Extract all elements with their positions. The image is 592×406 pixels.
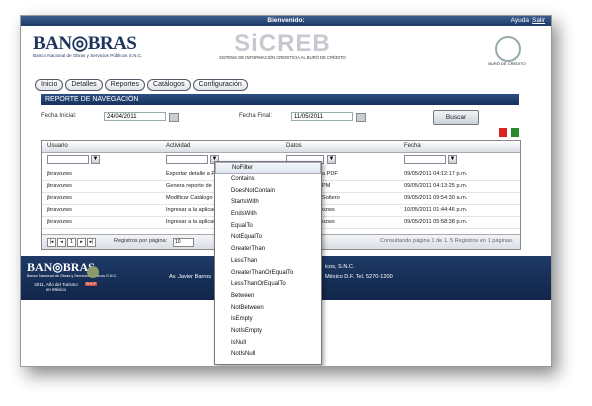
cell-actividad: Genera reporte de xyxy=(166,183,212,189)
excel-export-icon[interactable] xyxy=(511,128,519,137)
filter-dropdown-menu: NoFilter Contains DoesNotContain StartsW… xyxy=(214,161,322,365)
start-date-input[interactable]: 24/04/2011 xyxy=(104,112,166,121)
filter-option-isempty[interactable]: IsEmpty xyxy=(215,314,321,326)
column-header-actividad[interactable]: Actividad xyxy=(166,143,190,149)
cell-datos: PM xyxy=(322,183,331,189)
filter-funnel-icon[interactable]: ▼ xyxy=(448,155,457,164)
page-size-label: Registros por página: xyxy=(114,238,168,244)
filter-option-startswith[interactable]: StartsWith xyxy=(215,197,321,209)
cell-fecha: 09/05/2011 04:13:25 p.m. xyxy=(404,183,468,189)
footer-year-text: 2011, Año del Turismo en México xyxy=(34,282,78,292)
tab-configuracion[interactable]: Configuración xyxy=(192,79,248,91)
current-page-button[interactable]: 1 xyxy=(67,238,76,247)
filter-option-equalto[interactable]: EqualTo xyxy=(215,221,321,233)
calendar-icon[interactable] xyxy=(356,113,366,122)
filter-option-isnull[interactable]: IsNull xyxy=(215,338,321,350)
filter-input-usuario[interactable] xyxy=(47,155,89,164)
cell-fecha: 09/05/2011 04:12:17 p.m. xyxy=(404,171,468,177)
shcp-logo: SHCP xyxy=(85,282,97,286)
cell-fecha: 10/05/2011 01:44:46 p.m. xyxy=(404,207,468,213)
footer-brand-subtitle: Banco Nacional de Obras y Servicios Públ… xyxy=(27,274,118,278)
buro-label: BURÓ DE CRÉDITO xyxy=(488,61,526,66)
filter-option-notisnull[interactable]: NotIsNull xyxy=(215,349,321,361)
cell-datos: ozws xyxy=(322,207,335,213)
page-title: REPORTE DE NAVEGACIÓN xyxy=(41,94,519,105)
column-header-usuario[interactable]: Usuario xyxy=(47,143,68,149)
next-page-icon[interactable]: ▸ xyxy=(77,238,86,247)
end-date-label: Fecha Final: xyxy=(239,113,273,119)
buro-circle-icon xyxy=(495,36,521,62)
buro-logo: BURÓ DE CRÉDITO xyxy=(487,34,526,68)
filter-option-greaterthan[interactable]: GreaterThan xyxy=(215,244,321,256)
cell-usuario: jbravozws xyxy=(47,219,72,225)
cell-actividad: Exportar detalle a P xyxy=(166,171,216,177)
cell-datos: ozws xyxy=(322,219,335,225)
cell-actividad: Ingresar a la aplicac xyxy=(166,207,217,213)
filter-option-nofilter[interactable]: NoFilter xyxy=(215,162,321,174)
end-date-input[interactable]: 11/05/2011 xyxy=(291,112,353,121)
grid-header: Usuario Actividad Datos Fecha xyxy=(42,141,520,153)
app-logo: SiCREB SISTEMA DE INFORMACIÓN CREDITICIA… xyxy=(219,30,346,60)
search-button[interactable]: Buscar xyxy=(433,110,479,125)
first-page-icon[interactable]: |◂ xyxy=(47,238,56,247)
browser-screenshot: Bienvenido: Ayuda Salir BAN◎BRAS Banco N… xyxy=(20,15,552,367)
page-size-select[interactable]: 10 xyxy=(173,238,194,247)
filter-option-endswith[interactable]: EndsWith xyxy=(215,209,321,221)
tab-inicio[interactable]: Inicio xyxy=(35,79,64,91)
tab-catalogos[interactable]: Catálogos xyxy=(147,79,191,91)
filter-option-greaterthanorequalto[interactable]: GreaterThanOrEqualTo xyxy=(215,268,321,280)
cell-usuario: jbravozws xyxy=(47,195,72,201)
filter-input-fecha[interactable] xyxy=(404,155,446,164)
filter-funnel-icon[interactable]: ▼ xyxy=(327,155,336,164)
filter-option-contains[interactable]: Contains xyxy=(215,174,321,186)
filter-option-notisempty[interactable]: NotIsEmpty xyxy=(215,326,321,338)
app-name: SiCREB xyxy=(234,30,331,57)
brand-name: BAN◎BRAS xyxy=(33,33,137,54)
footer-company: icos, S.N.C. xyxy=(325,264,355,270)
footer-address: Av. Javier Barros xyxy=(169,274,212,280)
filter-option-between[interactable]: Between xyxy=(215,291,321,303)
welcome-text: Bienvenido: xyxy=(267,17,305,24)
app-subtitle: SISTEMA DE INFORMACIÓN CREDITICIA AL BUR… xyxy=(219,55,346,60)
cell-fecha: 09/05/2011 09:54:30 a.m. xyxy=(404,195,468,201)
mexico-seal-icon xyxy=(87,266,99,278)
filter-option-lessthan[interactable]: LessThan xyxy=(215,256,321,268)
filter-option-notbetween[interactable]: NotBetween xyxy=(215,303,321,315)
help-link[interactable]: Ayuda xyxy=(511,17,529,24)
filter-option-doesnotcontain[interactable]: DoesNotContain xyxy=(215,186,321,198)
column-header-fecha[interactable]: Fecha xyxy=(404,143,421,149)
filter-option-notequalto[interactable]: NotEqualTo xyxy=(215,232,321,244)
cell-datos: Soltero xyxy=(322,195,340,201)
pager-summary: Consultando página 1 de 1. 5 Registros e… xyxy=(380,238,514,244)
top-bar: Bienvenido: Ayuda Salir xyxy=(21,16,551,26)
filter-input-actividad[interactable] xyxy=(166,155,208,164)
main-nav: Inicio Detalles Reportes Catálogos Configura… xyxy=(35,73,250,91)
cell-actividad: Ingresar a la aplicac xyxy=(166,219,217,225)
calendar-icon[interactable] xyxy=(169,113,179,122)
filter-option-lessthanorequalto[interactable]: LessThanOrEqualTo xyxy=(215,279,321,291)
cell-datos: a PDF xyxy=(322,171,338,177)
pdf-export-icon[interactable] xyxy=(499,128,507,137)
start-date-label: Fecha Inicial: xyxy=(41,113,77,119)
brand-subtitle: Banco Nacional de Obras y Servicios Públ… xyxy=(33,53,143,58)
cell-usuario: jbravozws xyxy=(47,207,72,213)
logout-link[interactable]: Salir xyxy=(532,17,545,24)
filter-funnel-icon[interactable]: ▼ xyxy=(91,155,100,164)
column-header-datos[interactable]: Datos xyxy=(286,143,302,149)
cell-usuario: jbravozws xyxy=(47,183,72,189)
tab-reportes[interactable]: Reportes xyxy=(104,79,146,91)
cell-usuario: jbravozws xyxy=(47,171,72,177)
footer-brand: BAN◎BRAS xyxy=(27,260,95,274)
cell-fecha: 09/05/2011 05:58:38 p.m. xyxy=(404,219,468,225)
cell-actividad: Modificar Catálogo xyxy=(166,195,213,201)
prev-page-icon[interactable]: ◂ xyxy=(57,238,66,247)
last-page-icon[interactable]: ▸| xyxy=(87,238,96,247)
footer-address-phone: México D.F. Tel. 5270-1200 xyxy=(325,274,393,280)
tab-detalles[interactable]: Detalles xyxy=(65,79,103,91)
banobras-logo: BAN◎BRAS Banco Nacional de Obras y Servi… xyxy=(33,32,142,58)
